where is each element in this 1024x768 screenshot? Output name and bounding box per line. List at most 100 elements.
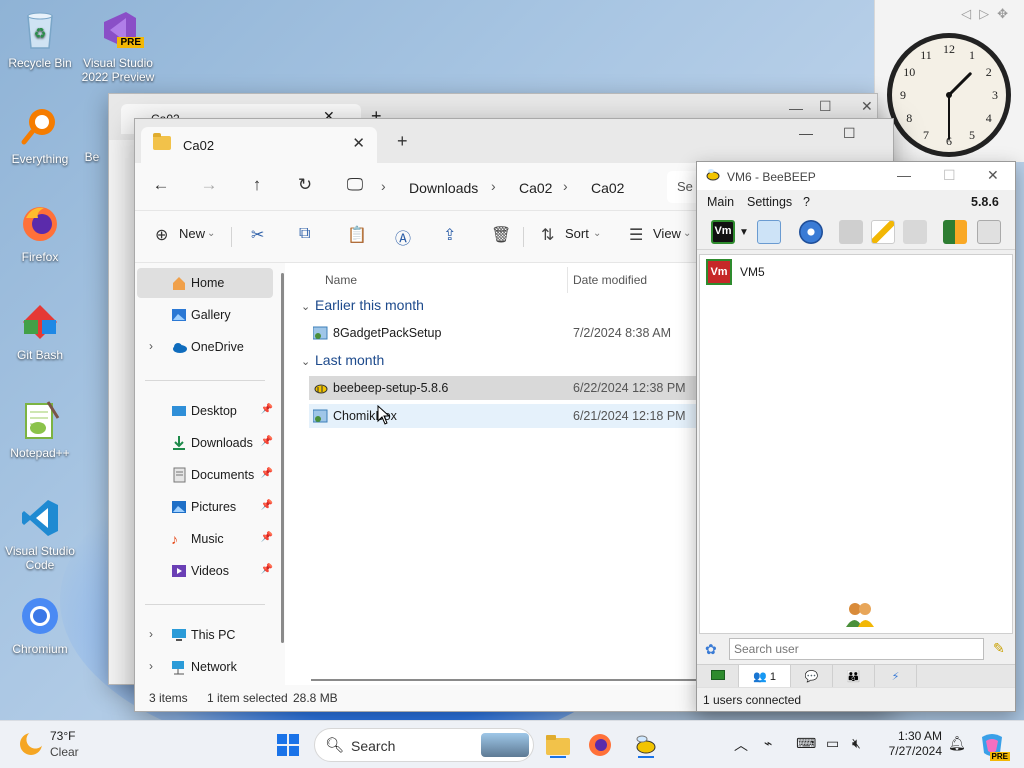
file-explorer-taskbar-icon[interactable] [544, 731, 572, 759]
up-arrow-icon[interactable]: ↑ [243, 175, 271, 195]
column-header-name[interactable]: Name [325, 273, 357, 287]
nav-item-downloads[interactable]: Downloads 📌 [137, 428, 273, 458]
nav-item-pictures[interactable]: Pictures 📌 [137, 492, 273, 522]
pin-icon[interactable]: 📌 [261, 436, 273, 447]
chevron-right-icon[interactable]: › [149, 627, 153, 641]
keyboard-icon[interactable]: ⌨ [796, 735, 816, 752]
gallery-icon [171, 307, 187, 323]
beebeep-taskbar-icon[interactable] [632, 731, 660, 759]
desktop-icon-notepad-plus[interactable]: Notepad++ [0, 398, 80, 460]
volume-muted-icon[interactable]: 🔇︎ [852, 735, 861, 752]
note-icon[interactable] [871, 220, 895, 244]
tab-shares[interactable]: ⚡ [875, 665, 917, 689]
nav-item-home[interactable]: Home [137, 268, 273, 298]
computer-icon[interactable]: 🖵 [341, 175, 369, 195]
chevron-down-icon[interactable]: ▼ [739, 227, 749, 238]
forward-arrow-icon[interactable]: → [195, 175, 223, 195]
view-button[interactable]: View [653, 226, 681, 241]
tools-icon[interactable] [903, 220, 927, 244]
clock-gadget[interactable]: 12 1234567891011 [886, 32, 1012, 158]
menu-help[interactable]: ? [803, 195, 810, 209]
nav-item-music[interactable]: ♪ Music 📌 [137, 524, 273, 554]
nav-item-this-pc[interactable]: › This PC [137, 620, 273, 650]
taskbar-search[interactable]: 🔍︎ Search [314, 728, 534, 762]
close-window-icon[interactable]: ✕ [987, 167, 999, 184]
desktop-icon-firefox[interactable]: Firefox [0, 202, 80, 264]
start-button[interactable] [277, 734, 299, 756]
nav-label: Gallery [191, 308, 231, 322]
copy-icon[interactable]: ⧉ [299, 225, 310, 243]
copilot-icon[interactable]: PRE [978, 731, 1010, 761]
minimize-icon[interactable]: — [789, 100, 803, 116]
breadcrumb-ca02-current[interactable]: Ca02 [591, 180, 624, 196]
clear-icon[interactable] [977, 220, 1001, 244]
share-icon[interactable]: ⇪ [443, 225, 456, 245]
desktop-icon-git-bash[interactable]: Git Bash [0, 300, 80, 362]
pin-icon[interactable]: 📌 [261, 532, 273, 543]
maximize-icon[interactable]: ☐ [943, 167, 956, 184]
pin-icon[interactable]: 📌 [261, 404, 273, 415]
new-tab-button[interactable]: + [397, 131, 408, 152]
system-clock[interactable]: 1:30 AM 7/27/2024 [884, 729, 942, 759]
group-header-earlier-this-month[interactable]: ⌄ Earlier this month [301, 297, 424, 313]
delete-icon[interactable]: 🗑 [491, 225, 511, 245]
pin-icon[interactable]: 📌 [261, 500, 273, 511]
user-list-item[interactable]: Vm VM5 [704, 259, 1004, 285]
network-disconnected-icon[interactable]: ⌁ [764, 735, 772, 752]
nav-item-gallery[interactable]: Gallery [137, 300, 273, 330]
edit-profile-icon[interactable] [757, 220, 781, 244]
cut-icon[interactable]: ✂ [251, 225, 264, 245]
nav-item-onedrive[interactable]: › OneDrive [137, 332, 273, 362]
desktop-icon-recycle-bin[interactable]: ♻ Recycle Bin [0, 8, 80, 70]
tab-chat-list[interactable] [697, 665, 739, 689]
nav-item-desktop[interactable]: Desktop 📌 [137, 396, 273, 426]
maximize-icon[interactable]: ☐ [819, 98, 832, 115]
nav-item-documents[interactable]: Documents 📌 [137, 460, 273, 490]
minimize-icon[interactable]: — [897, 167, 911, 183]
vm-status-icon[interactable]: Vm [711, 220, 735, 244]
desktop-icon-visual-studio[interactable]: PRE Visual Studio 2022 Preview [78, 8, 158, 84]
maximize-icon[interactable]: ☐ [843, 125, 856, 142]
pin-icon[interactable]: 📌 [261, 468, 273, 479]
breadcrumb-ca02[interactable]: Ca02 [519, 180, 552, 196]
gadget-controls[interactable]: ◁▷✥ [961, 6, 1016, 22]
chevron-up-icon[interactable]: ︿ [734, 735, 748, 755]
nav-scrollbar[interactable] [281, 273, 284, 643]
tab-workgroups[interactable]: 👪 [833, 665, 875, 689]
chevron-right-icon[interactable]: › [149, 339, 153, 353]
firefox-taskbar-icon[interactable] [586, 731, 614, 759]
clear-search-icon[interactable]: ✎ [993, 640, 1005, 657]
pin-icon[interactable]: 📌 [261, 564, 273, 575]
refresh-icon[interactable]: ↻ [291, 175, 319, 195]
broadcast-icon[interactable] [799, 220, 823, 244]
group-header-last-month[interactable]: ⌄ Last month [301, 352, 384, 368]
desktop-icon-vscode[interactable]: Visual Studio Code [0, 496, 80, 572]
close-window-icon[interactable]: ✕ [861, 98, 873, 115]
breadcrumb-downloads[interactable]: Downloads [409, 180, 478, 196]
sort-button[interactable]: Sort [565, 226, 589, 241]
tab-groups[interactable]: 💬 [791, 665, 833, 689]
chevron-right-icon[interactable]: › [149, 659, 153, 673]
search-user-input[interactable]: Search user [729, 638, 984, 660]
paste-icon[interactable]: 📋 [347, 225, 367, 245]
nav-item-videos[interactable]: Videos 📌 [137, 556, 273, 586]
close-tab-icon[interactable]: ✕ [352, 134, 365, 152]
tab-users[interactable]: 👥 1 [739, 665, 791, 689]
back-arrow-icon[interactable]: ← [147, 175, 175, 195]
explorer-tab[interactable]: Ca02 ✕ [141, 127, 377, 163]
menu-settings[interactable]: Settings [747, 195, 792, 209]
plugins-icon[interactable] [943, 220, 967, 244]
beebeep-titlebar: VM6 - BeeBEEP — ☐ ✕ [697, 162, 1015, 190]
menu-main[interactable]: Main [707, 195, 734, 209]
column-divider[interactable] [567, 267, 568, 293]
minimize-icon[interactable]: — [799, 125, 813, 141]
beebeep-window[interactable]: VM6 - BeeBEEP — ☐ ✕ Main Settings ? 5.8.… [696, 161, 1016, 712]
nav-item-network[interactable]: › Network [137, 652, 273, 682]
desktop-icon-chromium[interactable]: Chromium [0, 594, 80, 656]
column-header-date[interactable]: Date modified [573, 273, 647, 287]
new-button[interactable]: New [179, 226, 205, 241]
rename-icon[interactable]: Ⓐ [395, 225, 411, 249]
folder-share-icon[interactable] [839, 220, 863, 244]
notification-bell-icon[interactable]: 🔔︎ [948, 735, 966, 752]
display-icon[interactable]: ▭ [826, 735, 839, 752]
